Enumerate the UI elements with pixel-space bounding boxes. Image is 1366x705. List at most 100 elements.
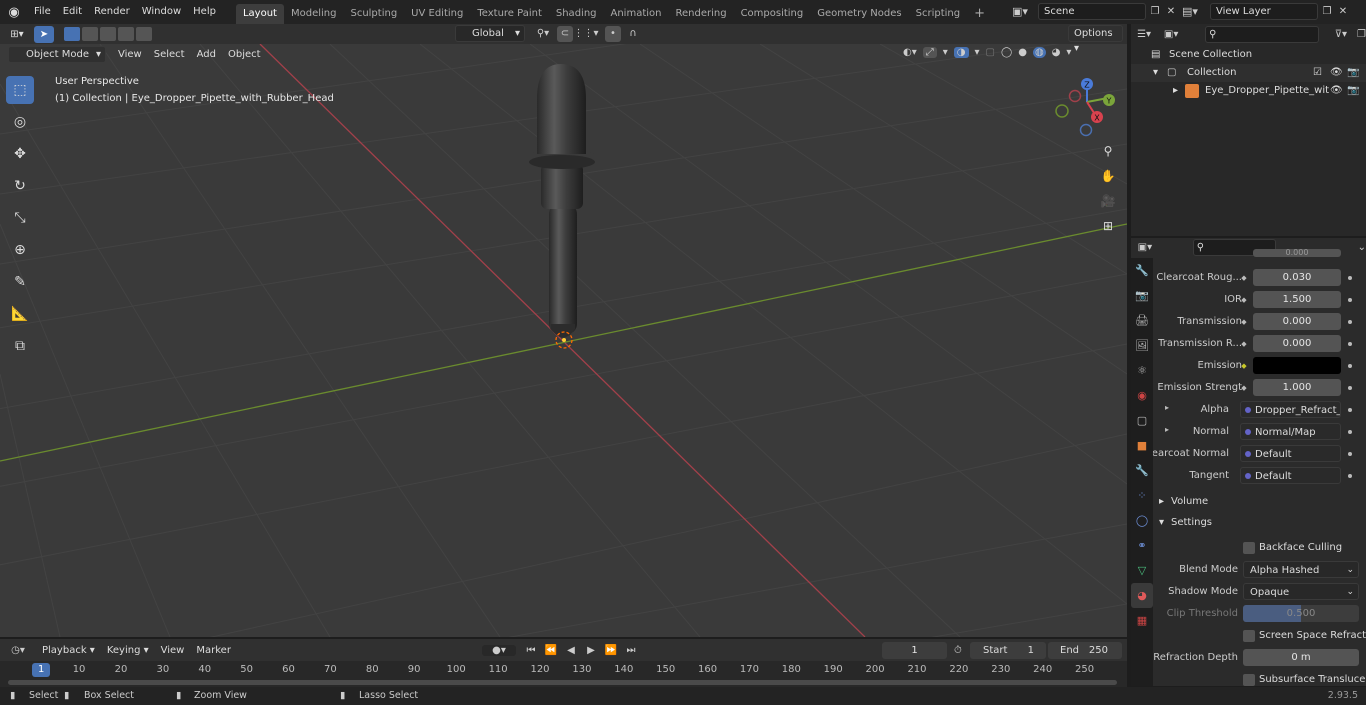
outliner-search-input[interactable]: ⚲: [1205, 25, 1319, 43]
properties-options-icon[interactable]: ⌄: [1358, 242, 1366, 253]
tab-geometry-nodes[interactable]: Geometry Nodes: [810, 4, 908, 24]
timeline-menu-marker[interactable]: Marker: [190, 642, 237, 659]
keyframe-dot-icon[interactable]: [1348, 320, 1352, 324]
timeline-menu-playback[interactable]: Playback ▾: [36, 642, 101, 659]
snap-icon[interactable]: ⊂: [557, 25, 573, 42]
keyframe-dot-icon[interactable]: [1348, 298, 1352, 302]
end-frame-field[interactable]: End 250: [1048, 642, 1122, 659]
socket-link-field[interactable]: Dropper_Refract_inv...: [1240, 401, 1341, 418]
timeline-menu-view[interactable]: View: [155, 642, 191, 659]
select-mode-new-icon[interactable]: [64, 27, 80, 41]
expand-arrow-icon[interactable]: ▾: [1153, 64, 1158, 82]
emission-color-swatch[interactable]: [1253, 357, 1341, 374]
socket-link-field[interactable]: Default: [1240, 445, 1341, 462]
view-layer-field[interactable]: View Layer: [1210, 3, 1318, 20]
menu-file[interactable]: File: [28, 0, 57, 24]
tab-sculpting[interactable]: Sculpting: [343, 4, 404, 24]
outliner-object[interactable]: ▸ Eye_Dropper_Pipette_wit 👁 📷: [1131, 82, 1366, 100]
tab-uv-editing[interactable]: UV Editing: [404, 4, 470, 24]
timeline-menu-keying[interactable]: Keying ▾: [101, 642, 155, 659]
keyframe-dot-icon[interactable]: [1348, 364, 1352, 368]
navigation-gizmo[interactable]: Z Y X: [1055, 78, 1115, 137]
clip-threshold-slider[interactable]: 0.500: [1243, 605, 1359, 622]
collection-tab-icon[interactable]: ▢: [1131, 408, 1153, 433]
expand-arrow-icon[interactable]: ▸: [1173, 82, 1178, 100]
viewport-menu-object[interactable]: Object: [222, 46, 267, 63]
play-icon[interactable]: ▶: [582, 645, 600, 656]
add-workspace-button[interactable]: +: [967, 4, 992, 24]
number-field[interactable]: 1.000: [1253, 379, 1341, 396]
tab-rendering[interactable]: Rendering: [668, 4, 733, 24]
shadow-mode-dropdown[interactable]: Opaque ⌄: [1243, 583, 1359, 600]
next-keyframe-icon[interactable]: ⏩: [602, 645, 620, 656]
keyframe-dot-icon[interactable]: [1348, 342, 1352, 346]
eye-icon[interactable]: 👁: [1330, 64, 1343, 82]
timeline-scrollbar[interactable]: [8, 680, 1117, 685]
scene-tab-icon[interactable]: ⚛: [1131, 358, 1153, 383]
select-mode-invert-icon[interactable]: [118, 27, 134, 41]
constraints-tab-icon[interactable]: ⚭: [1131, 533, 1153, 558]
timeline-editor-icon[interactable]: ◷▾: [0, 645, 36, 656]
keyframe-dot-icon[interactable]: [1348, 386, 1352, 390]
camera-view-icon[interactable]: 🎥: [1097, 190, 1119, 212]
scale-tool-icon[interactable]: ⤡: [6, 204, 34, 232]
timeline-ruler[interactable]: 1 10 20 30 40 50 60 70 80 90 100 110 120 130 140 150 160…: [0, 661, 1127, 687]
socket-icon[interactable]: ◆: [1239, 383, 1249, 393]
proportional-edit-icon[interactable]: •: [605, 25, 621, 42]
current-frame-field[interactable]: 1: [882, 642, 947, 659]
viewport-menu-select[interactable]: Select: [148, 46, 191, 63]
scene-field[interactable]: Scene: [1038, 3, 1146, 20]
prev-keyframe-icon[interactable]: ⏪: [542, 645, 560, 656]
object-tab-icon[interactable]: ■: [1131, 433, 1153, 458]
screen-space-refraction-checkbox[interactable]: [1243, 630, 1255, 642]
zoom-icon[interactable]: ⚲: [1097, 140, 1119, 162]
expand-arrow-icon[interactable]: ▸: [1165, 403, 1169, 412]
add-cube-tool-icon[interactable]: ⧉: [6, 332, 34, 360]
keyframe-dot-icon[interactable]: [1348, 474, 1352, 478]
tab-layout[interactable]: Layout: [235, 4, 284, 24]
tool-tab-icon[interactable]: 🔧: [1131, 258, 1153, 283]
blender-logo-icon[interactable]: ◉: [0, 0, 28, 24]
keyframe-dot-icon[interactable]: [1348, 408, 1352, 412]
tweak-tool-icon[interactable]: ➤: [34, 25, 54, 43]
snap-target-icon[interactable]: ⋮⋮▾: [573, 28, 599, 39]
falloff-icon[interactable]: ∩: [621, 28, 645, 39]
select-mode-subtract-icon[interactable]: [100, 27, 116, 41]
partial-top-field[interactable]: 0.000: [1253, 249, 1341, 257]
tab-animation[interactable]: Animation: [604, 4, 669, 24]
3d-viewport[interactable]: Z Y X User Perspective (1) Collection | …: [0, 44, 1127, 637]
camera-render-icon[interactable]: 📷: [1347, 64, 1359, 82]
measure-tool-icon[interactable]: 📐: [6, 300, 34, 328]
socket-link-field[interactable]: Default: [1240, 467, 1341, 484]
number-field[interactable]: 0.000: [1253, 335, 1341, 352]
socket-icon[interactable]: ◆: [1239, 273, 1249, 283]
viewport-menu-add[interactable]: Add: [191, 46, 222, 63]
world-tab-icon[interactable]: ◉: [1131, 383, 1153, 408]
jump-start-icon[interactable]: ⏮: [522, 645, 540, 656]
socket-icon[interactable]: ◆: [1239, 317, 1249, 327]
expand-arrow-icon[interactable]: ▸: [1165, 425, 1169, 434]
new-view-layer-icon[interactable]: ❐: [1318, 6, 1336, 17]
annotate-tool-icon[interactable]: ✎: [6, 268, 34, 296]
socket-link-field[interactable]: Normal/Map: [1240, 423, 1341, 440]
eye-icon[interactable]: 👁: [1330, 82, 1343, 100]
options-dropdown[interactable]: Options ▾: [1068, 25, 1123, 54]
outliner-scene-collection[interactable]: ▤ Scene Collection: [1131, 46, 1366, 64]
transform-orientation-dropdown[interactable]: Global ▾: [455, 25, 525, 42]
scene-icon[interactable]: ▣▾: [1012, 5, 1038, 18]
menu-render[interactable]: Render: [88, 0, 136, 24]
eye-dropper-model[interactable]: [527, 64, 597, 338]
play-reverse-icon[interactable]: ◀: [562, 645, 580, 656]
filter-icon[interactable]: ⊽▾: [1335, 29, 1347, 40]
socket-icon[interactable]: ◆: [1239, 295, 1249, 305]
outliner-collection[interactable]: ▾ ▢ Collection ☑ 👁 📷: [1131, 64, 1366, 82]
display-mode-icon[interactable]: ▣▾: [1157, 29, 1185, 40]
view-layer-icon[interactable]: ▤▾: [1182, 5, 1210, 18]
close-view-layer-icon[interactable]: ✕: [1336, 6, 1350, 17]
subsurface-translucency-checkbox[interactable]: [1243, 674, 1255, 686]
keyframe-dot-icon[interactable]: [1348, 276, 1352, 280]
socket-icon[interactable]: ◆: [1239, 339, 1249, 349]
close-scene-icon[interactable]: ✕: [1164, 6, 1178, 17]
orthographic-grid-icon[interactable]: ⊞: [1097, 215, 1119, 237]
exclude-checkbox-icon[interactable]: ☑: [1313, 64, 1322, 82]
